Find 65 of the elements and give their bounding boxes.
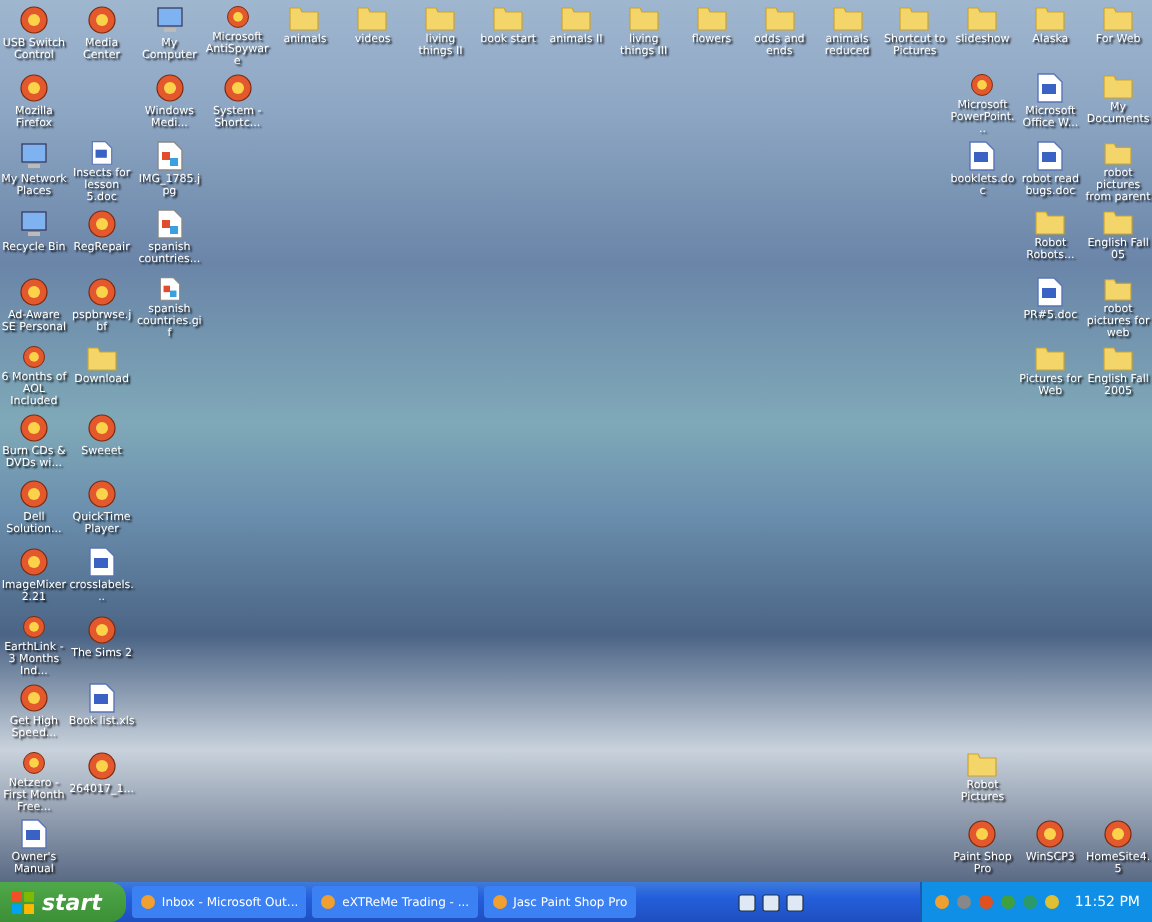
folder-icon bbox=[1102, 343, 1135, 372]
document-icon bbox=[968, 139, 997, 172]
document-icon bbox=[87, 546, 116, 579]
folder-icon bbox=[695, 4, 728, 32]
app-icon bbox=[491, 894, 508, 910]
folder-icon bbox=[831, 4, 864, 32]
image-file-icon bbox=[155, 139, 184, 172]
program-icon bbox=[85, 411, 118, 444]
program-icon bbox=[85, 4, 118, 36]
folder-icon bbox=[559, 4, 592, 32]
program-icon bbox=[17, 343, 50, 370]
program-icon bbox=[153, 71, 186, 104]
document-icon bbox=[1036, 71, 1065, 104]
image-file-icon bbox=[155, 207, 184, 240]
folder-icon bbox=[898, 4, 931, 32]
program-icon bbox=[85, 614, 118, 647]
program-icon bbox=[221, 4, 254, 30]
program-icon bbox=[17, 614, 50, 641]
document-icon bbox=[19, 818, 48, 851]
program-icon bbox=[85, 207, 118, 240]
folder-icon bbox=[1034, 4, 1067, 32]
folder-icon bbox=[1034, 207, 1067, 236]
folder-icon bbox=[1102, 71, 1135, 100]
program-icon bbox=[17, 4, 50, 36]
program-icon bbox=[17, 750, 50, 777]
document-icon bbox=[1036, 139, 1065, 172]
folder-icon bbox=[492, 4, 525, 32]
folder-icon bbox=[763, 4, 796, 32]
program-icon bbox=[17, 682, 50, 715]
document-icon bbox=[87, 139, 116, 166]
program-icon bbox=[17, 71, 50, 104]
folder-icon bbox=[356, 4, 389, 32]
computer-icon bbox=[17, 207, 50, 240]
program-icon bbox=[1034, 818, 1067, 851]
app-icon bbox=[320, 894, 337, 910]
windows-logo-icon bbox=[12, 891, 34, 913]
program-icon bbox=[85, 275, 118, 308]
computer-icon bbox=[153, 4, 186, 36]
folder-icon bbox=[424, 4, 457, 32]
folder-icon bbox=[966, 750, 999, 779]
image-file-icon bbox=[155, 275, 184, 302]
app-icon bbox=[139, 894, 156, 910]
program-icon bbox=[1102, 818, 1135, 851]
folder-icon bbox=[1102, 207, 1135, 236]
program-icon bbox=[17, 478, 50, 511]
program-icon bbox=[17, 411, 50, 444]
program-icon bbox=[17, 546, 50, 579]
document-icon bbox=[87, 682, 116, 715]
program-icon bbox=[966, 71, 999, 98]
program-icon bbox=[85, 478, 118, 511]
folder-icon bbox=[627, 4, 660, 32]
folder-icon bbox=[1102, 275, 1135, 302]
document-icon bbox=[1036, 275, 1065, 308]
folder-icon bbox=[1102, 139, 1135, 166]
program-icon bbox=[17, 275, 50, 308]
folder-icon bbox=[85, 343, 118, 372]
folder-icon bbox=[1034, 343, 1067, 372]
folder-icon bbox=[288, 4, 321, 32]
program-icon bbox=[85, 750, 118, 783]
folder-icon bbox=[966, 4, 999, 32]
program-icon bbox=[966, 818, 999, 851]
folder-icon bbox=[1102, 4, 1135, 32]
start-button[interactable]: start bbox=[0, 882, 126, 922]
computer-icon bbox=[17, 139, 50, 172]
program-icon bbox=[221, 71, 254, 104]
